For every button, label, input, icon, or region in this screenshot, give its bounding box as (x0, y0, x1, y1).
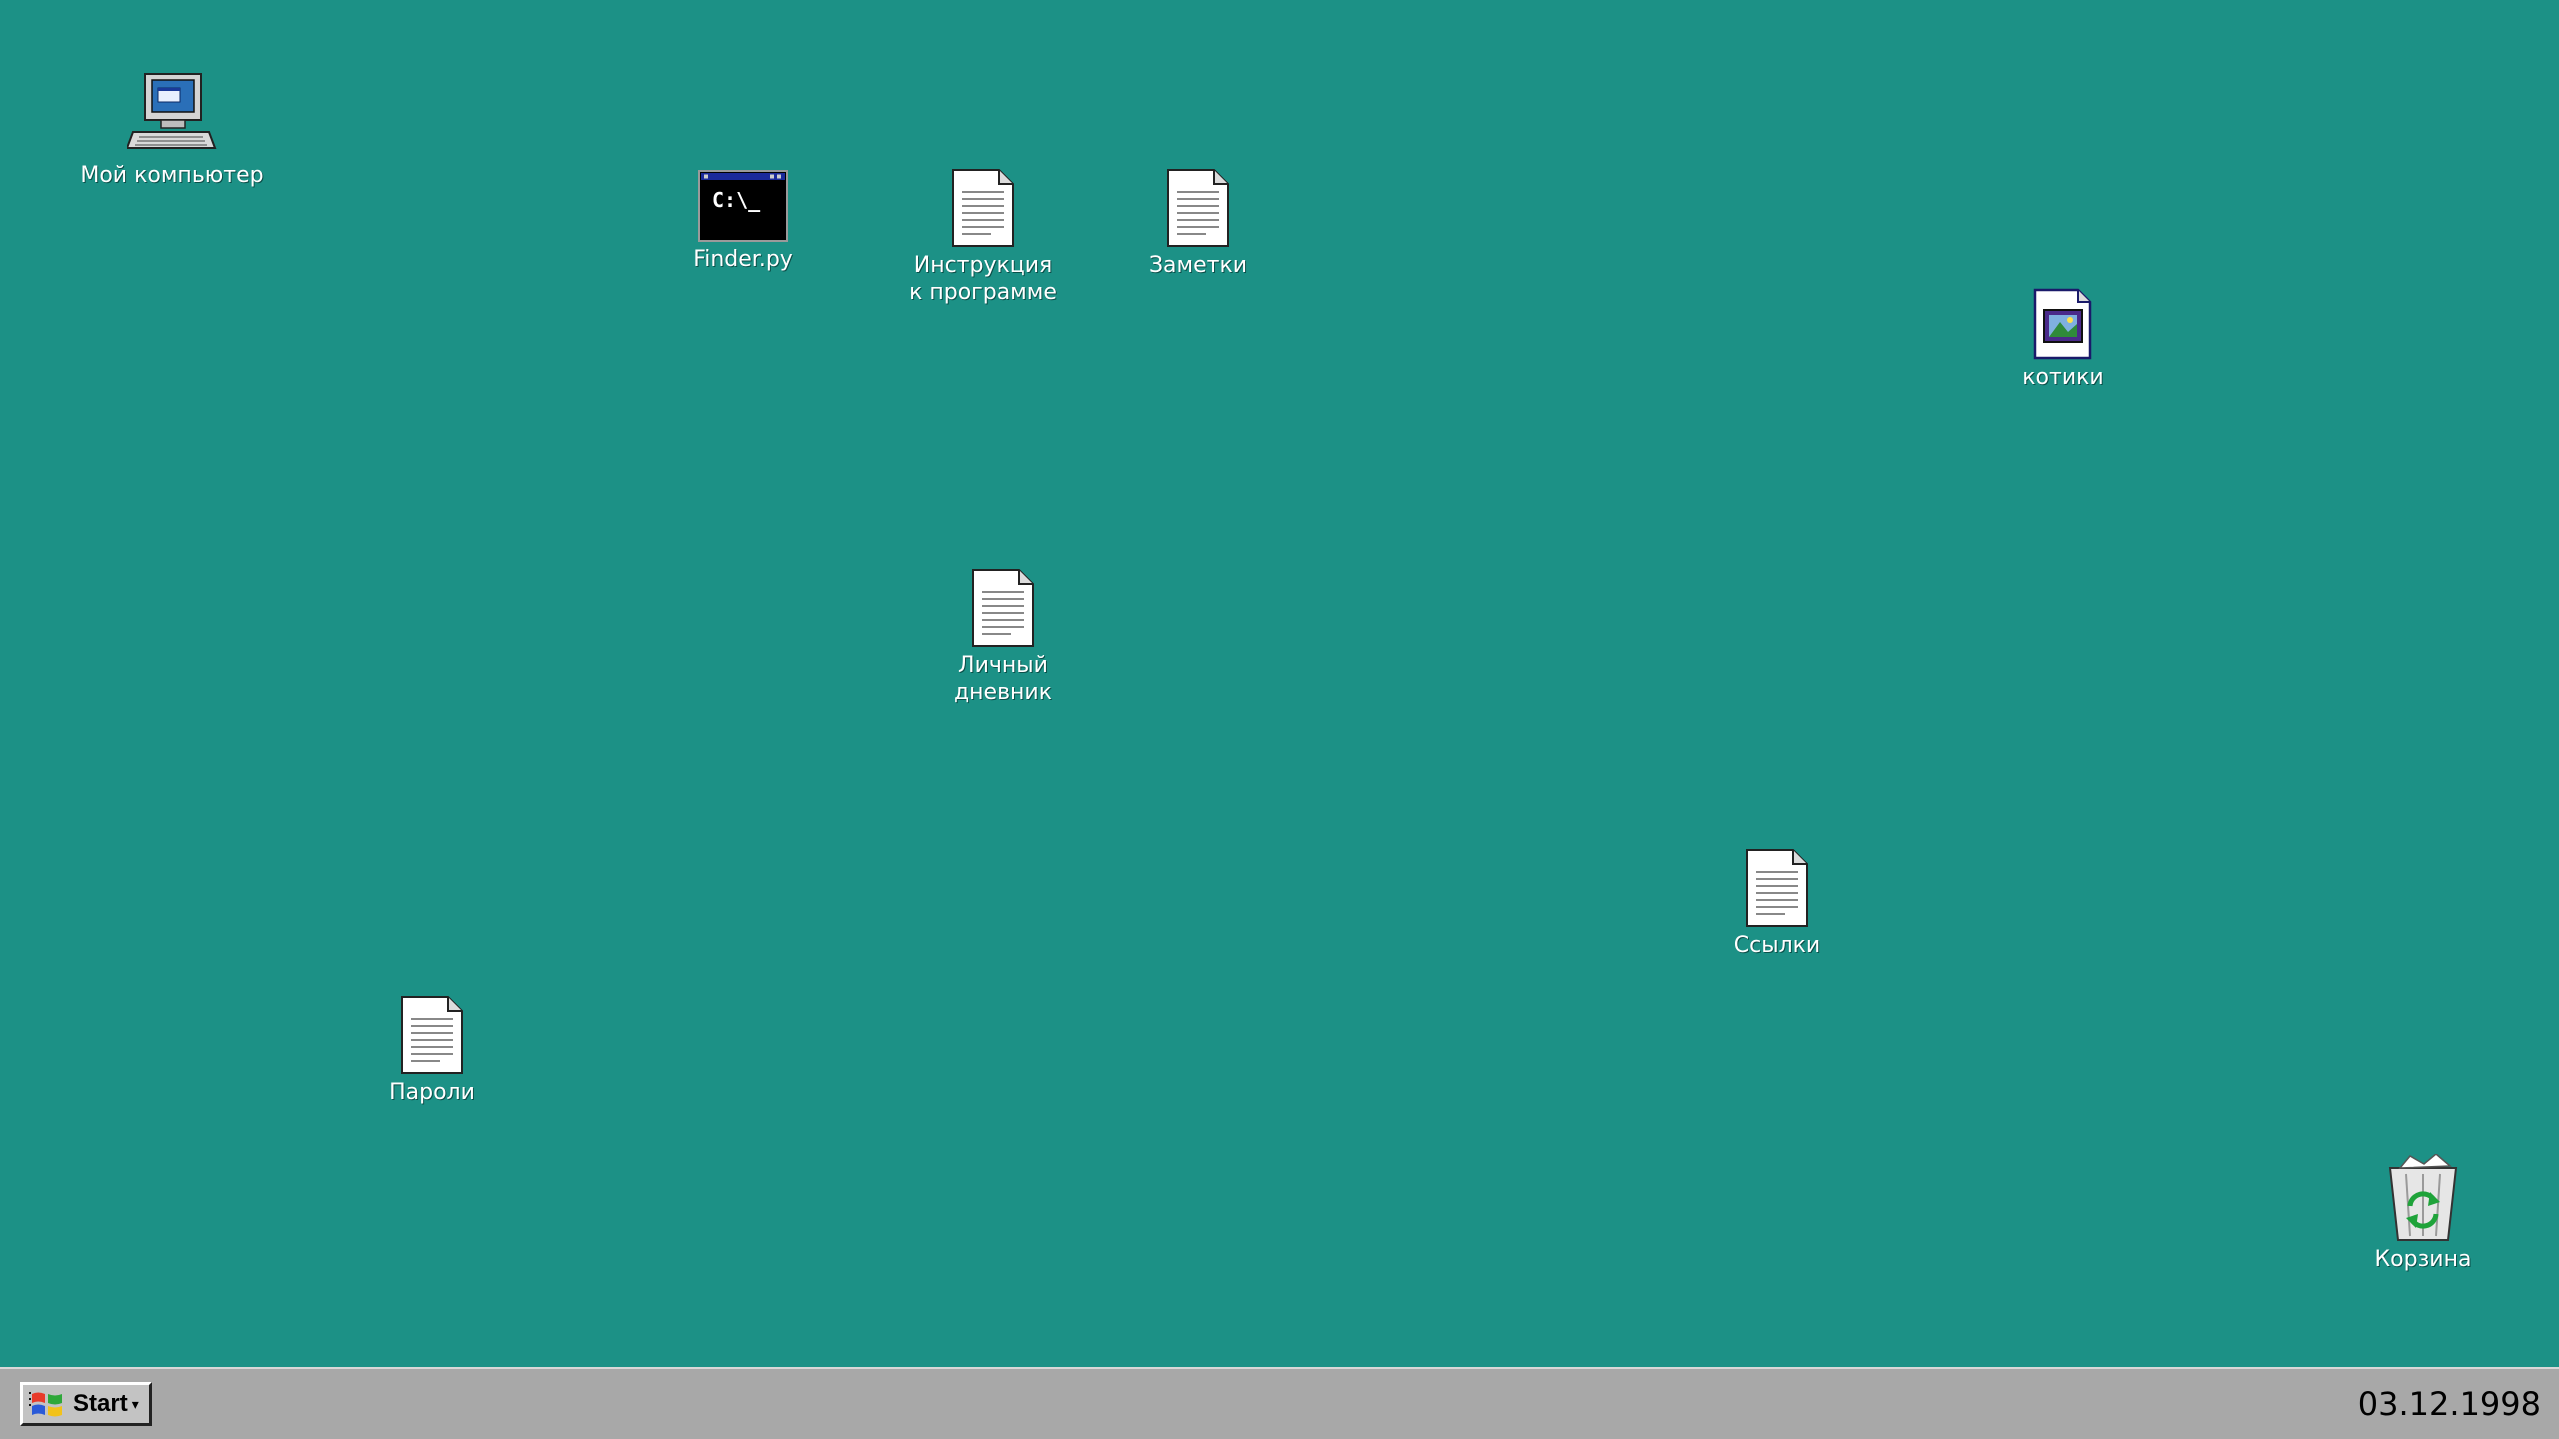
desktop-icon-label: Finder.py (693, 247, 793, 272)
desktop-icon-label: Корзина (2374, 1247, 2472, 1272)
caret-down-icon: ▾ (131, 1395, 139, 1412)
desktop-icon-label: Мой компьютер (80, 163, 264, 188)
image-file-icon (2033, 288, 2092, 360)
desktop-icon-instructions[interactable]: Инструкция к программе (873, 168, 1093, 306)
desktop-icon-diary[interactable]: Личный дневник (893, 568, 1113, 706)
start-label: Start (73, 1390, 128, 1417)
taskbar: Start ▾ 03.12.1998 (0, 1367, 2559, 1439)
recycle-bin-icon (2388, 1154, 2458, 1241)
document-icon (401, 996, 463, 1074)
document-icon (1167, 169, 1229, 247)
desktop-icon-label: Инструкция к программе (909, 253, 1057, 305)
desktop-icon-label: Ссылки (1733, 933, 1821, 958)
desktop[interactable]: Мой компьютер C:\_ Finder.py Инструкция … (0, 0, 2559, 1367)
console-text: C:\_ (712, 188, 761, 212)
desktop-icon-my-computer[interactable]: Мой компьютер (62, 70, 282, 189)
desktop-icon-links[interactable]: Ссылки (1667, 848, 1887, 959)
desktop-icon-label: Личный дневник (953, 653, 1053, 705)
desktop-icon-finder-py[interactable]: C:\_ Finder.py (633, 170, 853, 273)
computer-icon (127, 73, 217, 149)
taskbar-clock: 03.12.1998 (2357, 1385, 2541, 1423)
start-button[interactable]: Start ▾ (20, 1382, 152, 1426)
document-icon (972, 569, 1034, 647)
desktop-icon-recycle-bin[interactable]: Корзина (2313, 1154, 2533, 1273)
document-icon (952, 169, 1014, 247)
desktop-icon-label: Заметки (1148, 253, 1248, 278)
desktop-icon-notes[interactable]: Заметки (1088, 168, 1308, 279)
desktop-icon-label: котики (2022, 365, 2104, 390)
desktop-icon-passwords[interactable]: Пароли (322, 995, 542, 1106)
desktop-icon-label: Пароли (389, 1080, 475, 1105)
desktop-icon-kotiki[interactable]: котики (1953, 288, 2173, 391)
console-icon: C:\_ (698, 170, 788, 242)
document-icon (1746, 849, 1808, 927)
windows-logo-icon (29, 1392, 62, 1417)
